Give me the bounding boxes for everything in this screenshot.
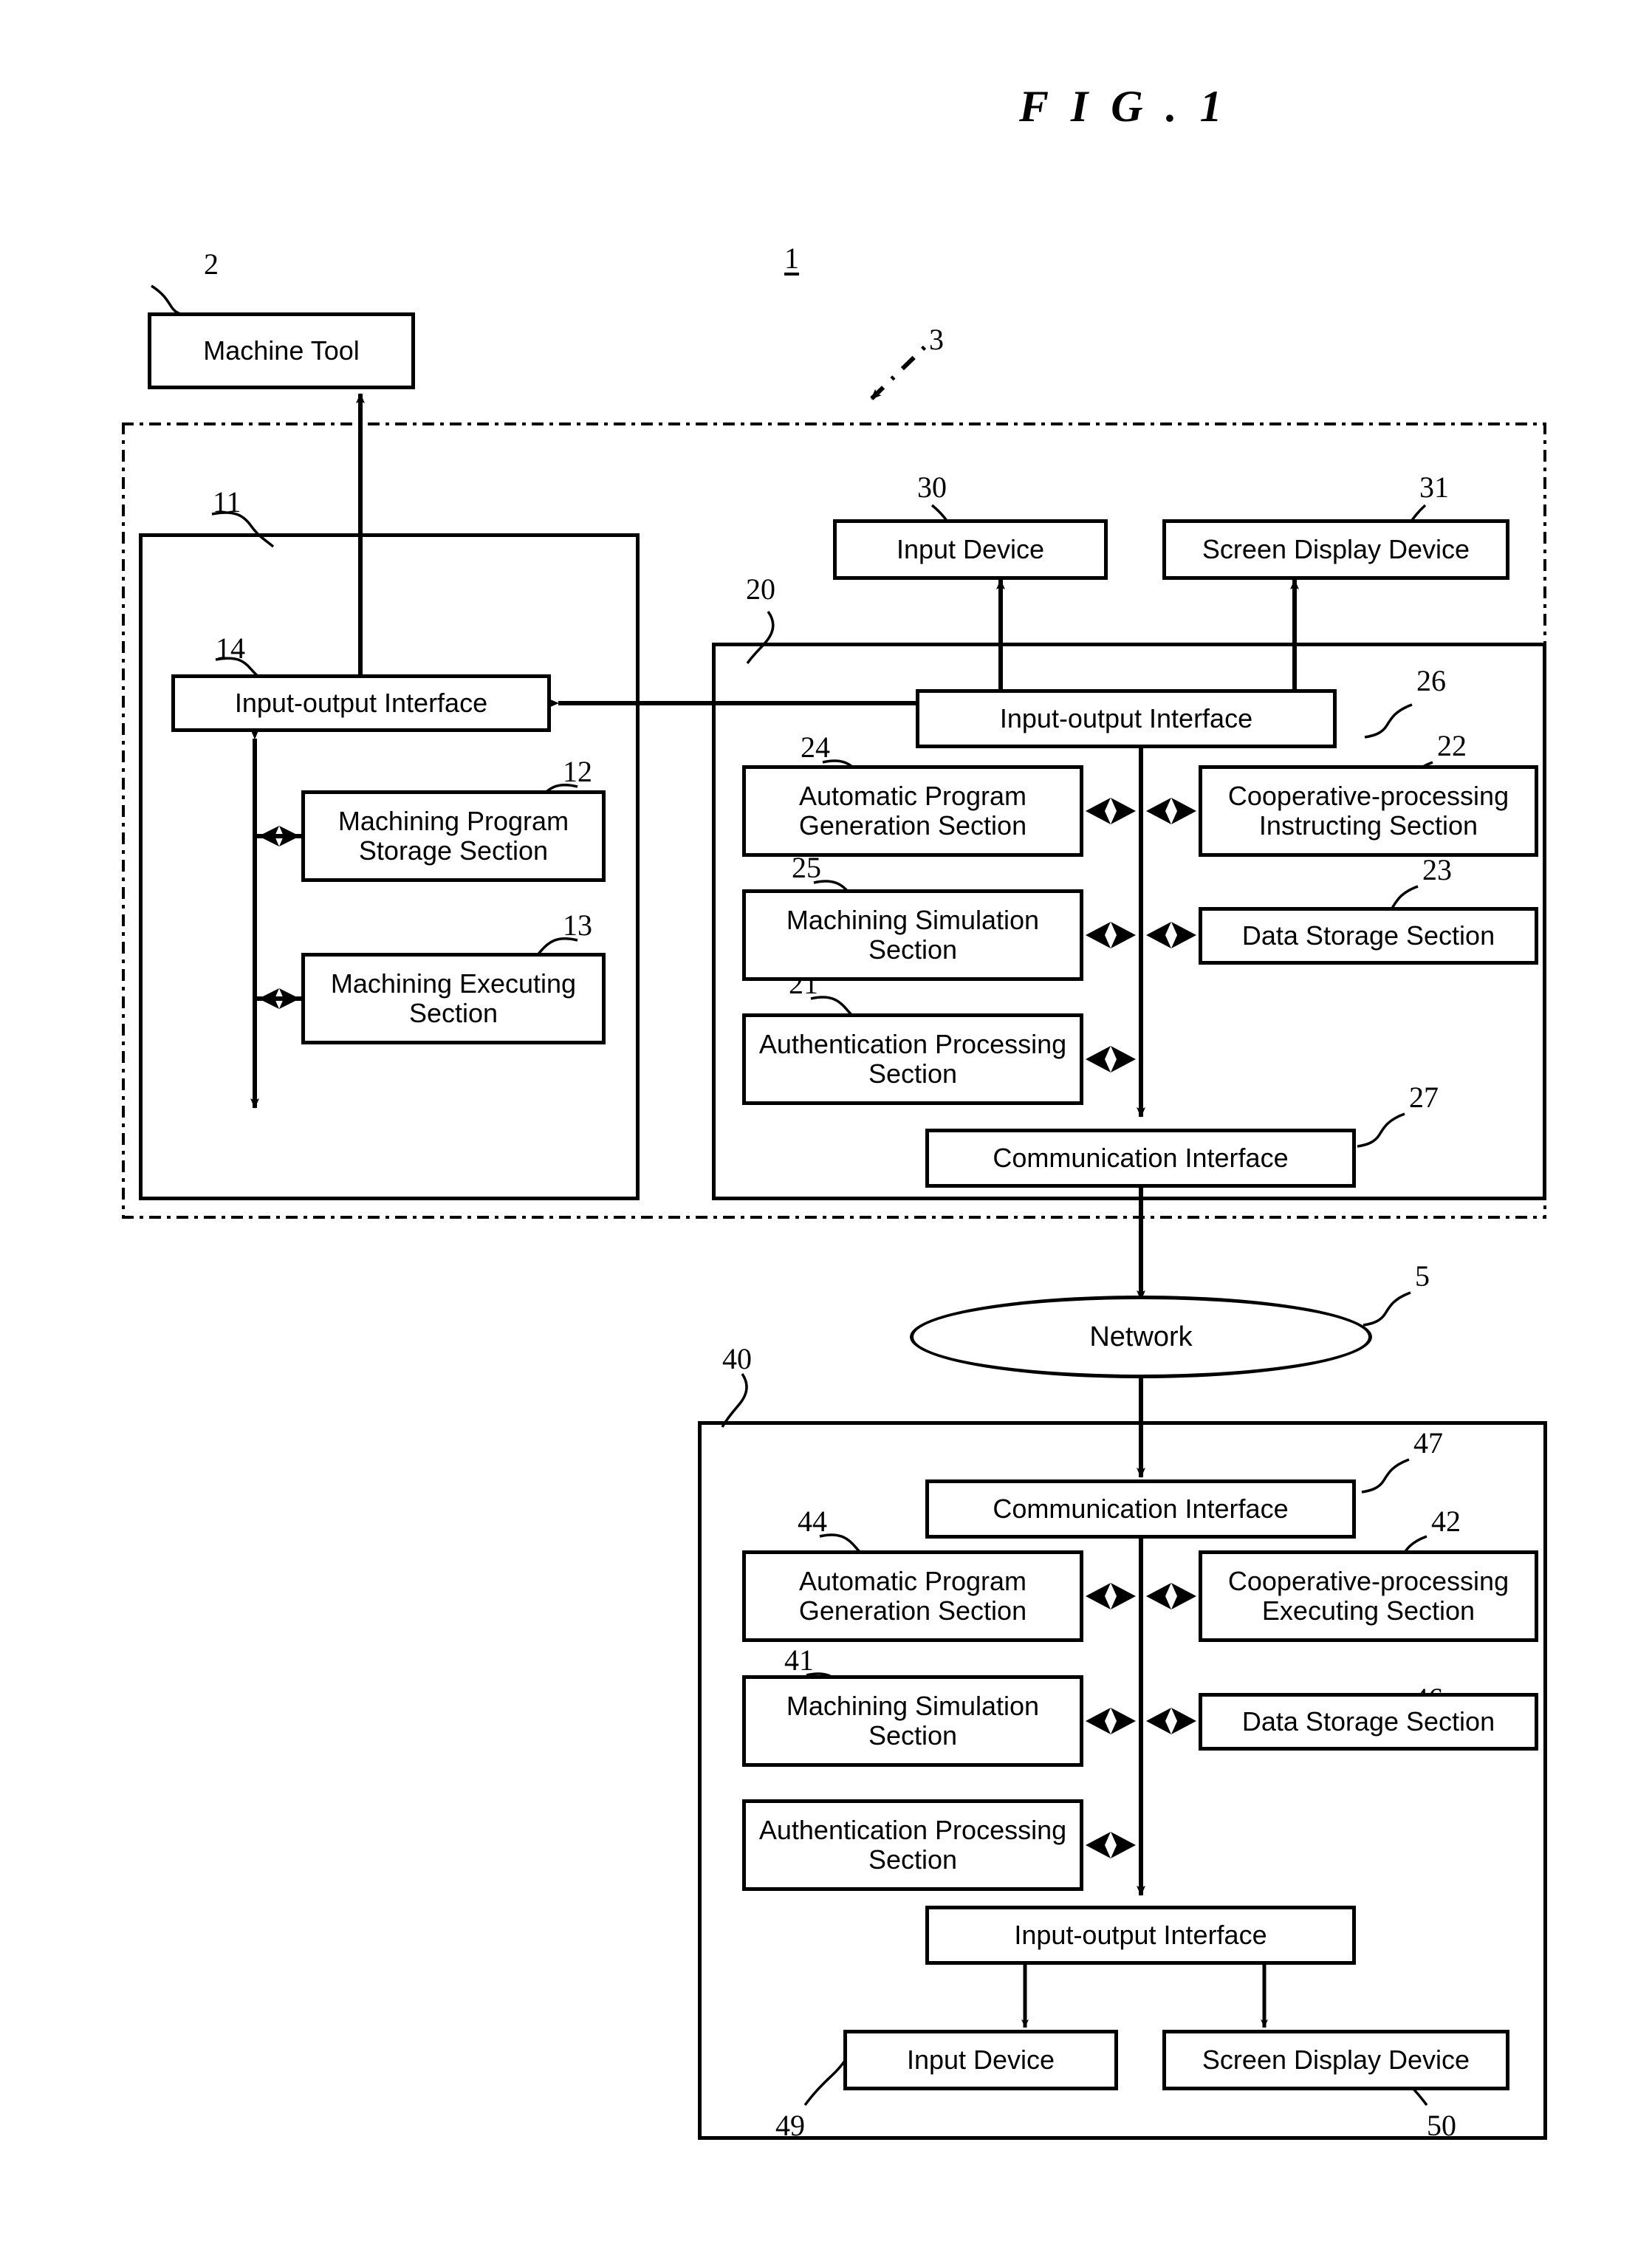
machining-program-storage-label: Machining Program Storage Section [337, 805, 569, 866]
ref-30: 30 [917, 471, 947, 504]
ref-group-3: 3 [929, 323, 944, 356]
cooperative-processing-instructing-label: Cooperative-processing Instructing Secti… [1227, 780, 1509, 841]
local-io-interface-box[interactable]: Input-output Interface [916, 689, 1337, 748]
local-screen-display-device-box[interactable]: Screen Display Device [1162, 519, 1509, 580]
remote-screen-display-device-box[interactable]: Screen Display Device [1162, 2030, 1509, 2090]
network-ellipse: Network [910, 1296, 1372, 1378]
remote-authentication-processing-label: Authentication Processing Section [758, 1814, 1067, 1875]
local-input-device-label: Input Device [896, 533, 1045, 564]
local-authentication-processing-box[interactable]: Authentication Processing Section [742, 1013, 1083, 1105]
local-automatic-program-generation-label: Automatic Program Generation Section [798, 780, 1027, 841]
network-label: Network [1089, 1321, 1193, 1352]
machine-tool-box[interactable]: Machine Tool [148, 312, 415, 389]
ref-5: 5 [1415, 1259, 1430, 1293]
machining-program-storage-box[interactable]: Machining Program Storage Section [301, 790, 606, 882]
local-input-device-box[interactable]: Input Device [833, 519, 1108, 580]
local-machining-simulation-box[interactable]: Machining Simulation Section [742, 889, 1083, 981]
ref-20: 20 [746, 572, 775, 606]
machining-executing-label: Machining Executing Section [330, 968, 577, 1028]
remote-automatic-program-generation-label: Automatic Program Generation Section [798, 1565, 1027, 1626]
cooperative-processing-executing-label: Cooperative-processing Executing Section [1227, 1565, 1509, 1626]
remote-input-device-label: Input Device [906, 2044, 1055, 2075]
remote-screen-display-device-label: Screen Display Device [1202, 2044, 1470, 2075]
remote-communication-interface-box[interactable]: Communication Interface [925, 1479, 1356, 1539]
remote-machining-simulation-label: Machining Simulation Section [786, 1690, 1040, 1751]
nc-io-interface-label: Input-output Interface [234, 687, 488, 718]
local-communication-interface-box[interactable]: Communication Interface [925, 1129, 1356, 1188]
local-automatic-program-generation-box[interactable]: Automatic Program Generation Section [742, 765, 1083, 857]
remote-data-storage-label: Data Storage Section [1241, 1706, 1495, 1737]
ref-system-1: 1 [784, 242, 799, 275]
cooperative-processing-instructing-box[interactable]: Cooperative-processing Instructing Secti… [1199, 765, 1538, 857]
local-data-storage-label: Data Storage Section [1241, 920, 1495, 951]
remote-automatic-program-generation-box[interactable]: Automatic Program Generation Section [742, 1550, 1083, 1642]
remote-input-device-box[interactable]: Input Device [843, 2030, 1118, 2090]
local-communication-interface-label: Communication Interface [993, 1142, 1289, 1173]
figure-title: F I G . 1 [1019, 82, 1228, 131]
nc-io-interface-box[interactable]: Input-output Interface [171, 674, 551, 732]
ref-40: 40 [722, 1342, 752, 1375]
remote-io-interface-box[interactable]: Input-output Interface [925, 1906, 1356, 1965]
ref-11: 11 [213, 485, 241, 519]
local-machining-simulation-label: Machining Simulation Section [786, 904, 1040, 965]
machining-executing-box[interactable]: Machining Executing Section [301, 953, 606, 1044]
local-io-interface-label: Input-output Interface [999, 702, 1253, 733]
ref-31: 31 [1419, 471, 1449, 504]
local-data-storage-box[interactable]: Data Storage Section [1199, 907, 1538, 965]
remote-machining-simulation-box[interactable]: Machining Simulation Section [742, 1675, 1083, 1767]
ref-2: 2 [204, 247, 219, 281]
remote-authentication-processing-box[interactable]: Authentication Processing Section [742, 1799, 1083, 1891]
remote-io-interface-label: Input-output Interface [1014, 1919, 1267, 1950]
remote-data-storage-box[interactable]: Data Storage Section [1199, 1693, 1538, 1751]
cooperative-processing-executing-box[interactable]: Cooperative-processing Executing Section [1199, 1550, 1538, 1642]
local-screen-display-device-label: Screen Display Device [1202, 533, 1470, 564]
local-authentication-processing-label: Authentication Processing Section [758, 1028, 1067, 1089]
remote-communication-interface-label: Communication Interface [993, 1493, 1289, 1524]
machine-tool-label: Machine Tool [203, 335, 360, 366]
